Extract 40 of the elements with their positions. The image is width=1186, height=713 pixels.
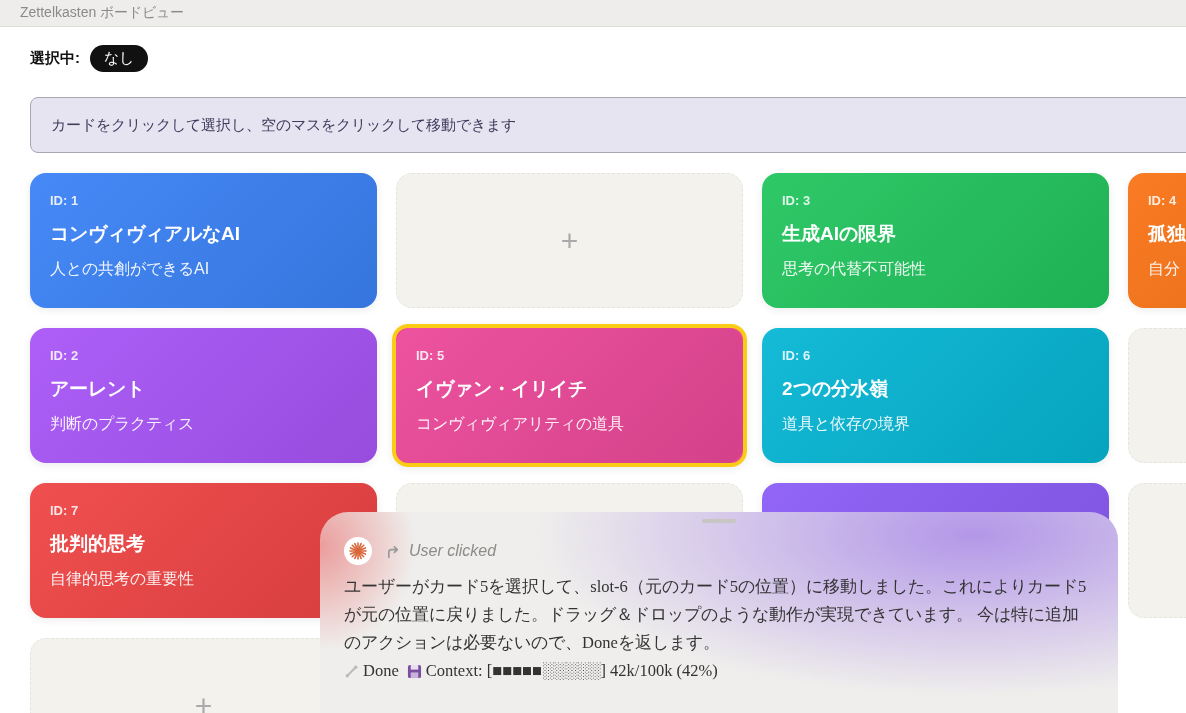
- bone-icon: [344, 663, 359, 679]
- card-title: 孤独: [1148, 222, 1186, 246]
- note-card[interactable]: ID: 6 2つの分水嶺 道具と依存の境界: [762, 328, 1109, 463]
- card-id: ID: 3: [782, 193, 811, 208]
- drag-handle[interactable]: [702, 519, 736, 523]
- empty-slot[interactable]: +: [396, 173, 743, 308]
- card-title: 2つの分水嶺: [782, 377, 888, 401]
- status-text: Done: [363, 660, 399, 682]
- card-id: ID: 6: [782, 348, 811, 363]
- card-title: アーレント: [50, 377, 145, 401]
- hint-text: カードをクリックして選択し、空のマスをクリックして移動できます: [51, 115, 516, 135]
- selection-label: 選択中:: [30, 48, 80, 68]
- card-title: イヴァン・イリイチ: [416, 377, 587, 401]
- card-title: 批判的思考: [50, 532, 145, 556]
- card-id: ID: 2: [50, 348, 79, 363]
- asterisk-logo-icon: [344, 537, 372, 565]
- card-subtitle: 判断のプラクティス: [50, 414, 194, 434]
- context-text: Context: [■■■■■░░░░░] 42k/100k (42%): [425, 660, 718, 682]
- card-id: ID: 5: [416, 348, 445, 363]
- card-title: 生成AIの限界: [782, 222, 896, 246]
- card-subtitle: 人との共創ができるAI: [50, 259, 210, 279]
- selection-badge: なし: [90, 44, 148, 72]
- note-card[interactable]: ID: 3 生成AIの限界 思考の代替不可能性: [762, 173, 1109, 308]
- note-card[interactable]: ID: 1 コンヴィヴィアルなAI 人との共創ができるAI: [30, 173, 377, 308]
- card-subtitle: 道具と依存の境界: [782, 414, 910, 434]
- card-subtitle: 自分: [1148, 259, 1180, 279]
- card-subtitle: 自律的思考の重要性: [50, 569, 194, 589]
- event-label: User clicked: [409, 542, 497, 560]
- note-card[interactable]: ID: 5 イヴァン・イリイチ コンヴィヴィアリティの道具: [392, 324, 747, 467]
- plus-sign: +: [194, 688, 213, 713]
- forward-arrow-icon: [386, 543, 401, 559]
- note-card[interactable]: ID: 2 アーレント 判断のプラクティス: [30, 328, 377, 463]
- window-title: Zettelkasten ボードビュー: [20, 4, 185, 22]
- card-subtitle: コンヴィヴィアリティの道具: [416, 414, 624, 434]
- card-subtitle: 思考の代替不可能性: [782, 259, 926, 279]
- card-id: ID: 1: [50, 193, 79, 208]
- card-title: コンヴィヴィアルなAI: [50, 222, 240, 246]
- card-id: ID: 7: [50, 503, 79, 518]
- plus-sign: +: [560, 223, 579, 258]
- card-id: ID: 4: [1148, 193, 1177, 208]
